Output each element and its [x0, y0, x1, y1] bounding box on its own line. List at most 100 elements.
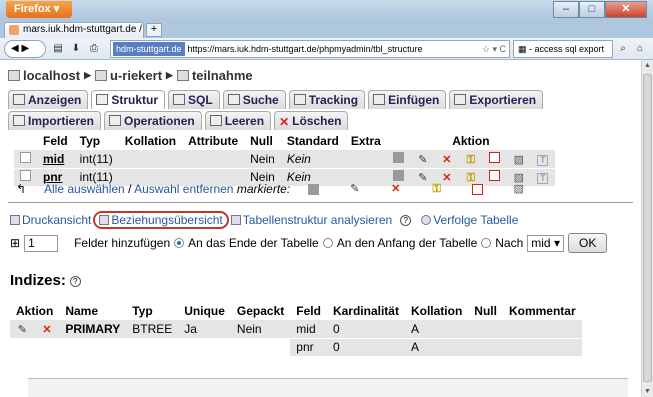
uncheck-all-link[interactable]: Auswahl entfernen — [134, 182, 233, 196]
row-checkbox[interactable] — [14, 150, 37, 168]
radio-at-end[interactable] — [174, 238, 185, 248]
pencil-icon[interactable]: ✎ — [417, 154, 428, 166]
browse-action[interactable] — [387, 150, 411, 168]
after-label: Nach — [495, 236, 524, 250]
back-icon[interactable]: ◀ — [11, 43, 19, 54]
at-start-label: An den Anfang der Tabelle — [336, 236, 478, 250]
breadcrumb-table[interactable]: teilnahme — [176, 68, 253, 83]
edit-action[interactable]: ✎ — [411, 150, 435, 168]
track-table-link[interactable]: Verfolge Tabelle — [421, 213, 518, 227]
index-action[interactable]: ▧ — [507, 150, 531, 168]
checkbox-icon[interactable] — [20, 170, 31, 182]
table-row: pnr 0 A — [10, 337, 582, 356]
print-icon[interactable]: ⎙ — [86, 41, 102, 57]
browse-icon[interactable] — [393, 151, 405, 163]
fulltext-action[interactable]: T — [530, 167, 555, 186]
check-separator: / — [128, 182, 132, 196]
forward-icon[interactable]: ▶ — [21, 43, 29, 54]
scrollbar-thumb[interactable] — [643, 74, 652, 382]
primary-key-icon[interactable]: ⚿ — [465, 154, 476, 166]
column-header: Kardinalität — [332, 304, 399, 318]
firefox-menu-button[interactable]: Firefox ▾ — [6, 1, 72, 18]
primary-selected-icon[interactable]: ⚿ — [431, 183, 442, 195]
search-engine-icon[interactable]: ▦ — [518, 44, 527, 54]
back-forward-buttons[interactable]: ◀ ▶ — [4, 40, 46, 58]
star-icon[interactable]: ☆ — [482, 44, 490, 54]
search-bar[interactable]: ▦ - access sql export — [513, 40, 613, 58]
tab-struktur[interactable]: Struktur — [91, 90, 166, 109]
print-view-link[interactable]: Druckansicht — [10, 213, 91, 227]
index-selected-icon[interactable]: ▧ — [513, 183, 524, 195]
home-icon[interactable]: ⌂ — [632, 41, 648, 57]
maximize-button[interactable]: □ — [579, 1, 605, 18]
vertical-scrollbar[interactable]: ▲ ▼ — [641, 60, 653, 397]
tab-label: Exportieren — [469, 93, 537, 107]
bookmarks-icon[interactable]: ▤ — [50, 41, 66, 57]
edit-selected-icon[interactable]: ✎ — [349, 183, 360, 195]
add-fields-row: ⊞ 1 Felder hinzufügen An das Ende der Ta… — [10, 233, 608, 253]
breadcrumb-server-label: localhost — [23, 68, 81, 83]
unique-selected-icon[interactable] — [472, 183, 484, 195]
breadcrumb-table-label: teilnahme — [191, 68, 253, 83]
tab-leeren[interactable]: Leeren — [204, 111, 272, 130]
field-count-input[interactable]: 1 — [24, 234, 59, 252]
search-go-icon[interactable]: ⌕ — [615, 41, 631, 57]
check-all-link[interactable]: Alle auswählen — [44, 182, 125, 196]
close-button[interactable]: ✕ — [605, 1, 647, 18]
ok-button[interactable]: OK — [567, 233, 608, 253]
fulltext-icon[interactable]: T — [537, 154, 549, 166]
help-icon[interactable]: ? — [69, 276, 81, 287]
tab-anzeigen[interactable]: Anzeigen — [8, 90, 89, 109]
breadcrumb-database[interactable]: u-riekert — [95, 68, 162, 83]
drop-action[interactable]: ✕ — [435, 150, 459, 168]
tab-operationen[interactable]: Operationen — [104, 111, 202, 130]
index-icon[interactable]: ▧ — [513, 154, 524, 166]
checkbox-icon[interactable] — [20, 151, 31, 163]
index-unique: Ja — [178, 320, 231, 338]
radio-at-start[interactable] — [322, 238, 333, 248]
fulltext-action[interactable]: T — [531, 150, 555, 168]
edit-index-action[interactable]: ✎ — [10, 320, 35, 338]
field-name[interactable]: mid — [43, 152, 64, 166]
tab-sql[interactable]: SQL — [168, 90, 220, 109]
tab-einfuegen[interactable]: Einfügen — [368, 90, 447, 109]
breadcrumb-server[interactable]: localhost — [8, 68, 80, 83]
tab-loeschen[interactable]: ✕ Löschen — [274, 111, 349, 130]
unique-action[interactable] — [483, 150, 507, 168]
delete-selected-icon[interactable]: ✕ — [390, 183, 401, 195]
unique-icon[interactable] — [489, 151, 501, 163]
new-tab-button[interactable]: + — [146, 23, 162, 37]
tab-suche[interactable]: Suche — [222, 90, 286, 109]
scroll-down-icon[interactable]: ▼ — [644, 388, 651, 395]
analyze-structure-link[interactable]: Tabellenstruktur analysieren — [230, 213, 392, 227]
pencil-icon[interactable]: ✎ — [17, 324, 28, 336]
column-header: Kommentar — [508, 304, 576, 318]
minimize-button[interactable]: – — [553, 1, 579, 18]
download-icon[interactable]: ⬇ — [68, 41, 84, 57]
drop-index-action[interactable]: ✕ — [34, 320, 60, 338]
delete-icon[interactable]: ✕ — [441, 154, 452, 166]
browse-icon[interactable] — [393, 170, 405, 182]
tab-label: Importieren — [28, 114, 95, 128]
tab-exportieren[interactable]: Exportieren — [449, 90, 544, 109]
reload-icon[interactable]: C — [500, 44, 507, 54]
radio-after[interactable] — [481, 238, 492, 248]
primary-action[interactable]: ⚿ — [459, 150, 483, 168]
tab-label: Löschen — [292, 114, 342, 128]
help-icon[interactable]: ? — [400, 214, 412, 226]
fulltext-icon[interactable]: T — [537, 173, 549, 185]
tab-importieren[interactable]: Importieren — [8, 111, 102, 130]
browse-selected-icon[interactable] — [308, 183, 320, 195]
relation-view-link[interactable]: Beziehungsübersicht — [93, 211, 229, 229]
after-field-select[interactable]: mid ▾ — [527, 234, 564, 252]
browser-tab[interactable]: mars.iuk.hdm-stuttgart.de / loca... — [4, 22, 144, 38]
site-identity-badge[interactable]: hdm-stuttgart.de — [113, 42, 185, 56]
url-bar[interactable]: hdm-stuttgart.de https://mars.iuk.hdm-stu… — [110, 40, 510, 58]
track-table-label: Verfolge Tabelle — [433, 213, 519, 227]
scroll-up-icon[interactable]: ▲ — [644, 62, 651, 69]
tab-tracking[interactable]: Tracking — [288, 90, 366, 109]
unique-icon[interactable] — [489, 170, 501, 182]
tab-label: Leeren — [224, 114, 265, 128]
empty-cell — [10, 337, 35, 356]
delete-icon[interactable]: ✕ — [42, 324, 53, 336]
